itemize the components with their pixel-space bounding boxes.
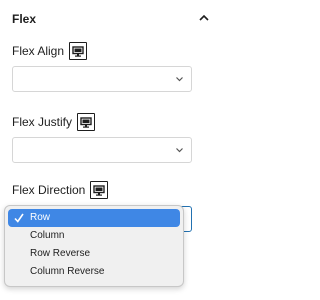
option-label: Row (30, 212, 51, 223)
option-label: Column Reverse (30, 266, 105, 277)
flex-direction-label-row: Flex Direction (12, 181, 109, 199)
chevron-up-icon[interactable] (196, 10, 212, 24)
option-row-reverse[interactable]: Row Reverse (8, 245, 180, 263)
panel-header[interactable]: Flex (0, 0, 226, 36)
flex-panel: Flex Flex Align Flex Justify Flex Direct… (0, 0, 226, 300)
chevron-down-icon (176, 148, 183, 153)
flex-align-label: Flex Align (12, 44, 65, 58)
flex-justify-label: Flex Justify (12, 115, 73, 129)
checkmark-icon (14, 213, 24, 223)
flex-justify-label-row: Flex Justify (12, 113, 96, 131)
flex-justify-select[interactable] (12, 137, 192, 163)
desktop-icon[interactable] (77, 113, 96, 131)
desktop-icon[interactable] (90, 181, 109, 199)
flex-align-select[interactable] (12, 66, 192, 92)
chevron-down-icon (176, 77, 183, 82)
desktop-icon[interactable] (69, 42, 88, 60)
flex-align-label-row: Flex Align (12, 42, 88, 60)
option-column[interactable]: Column (8, 227, 180, 245)
flex-direction-label: Flex Direction (12, 183, 86, 197)
option-label: Column (30, 230, 65, 241)
flex-direction-dropdown: Row Column Row Reverse Column Reverse (4, 205, 184, 287)
option-row[interactable]: Row (8, 209, 180, 227)
option-column-reverse[interactable]: Column Reverse (8, 263, 180, 281)
panel-title: Flex (12, 12, 37, 26)
option-label: Row Reverse (30, 248, 91, 259)
